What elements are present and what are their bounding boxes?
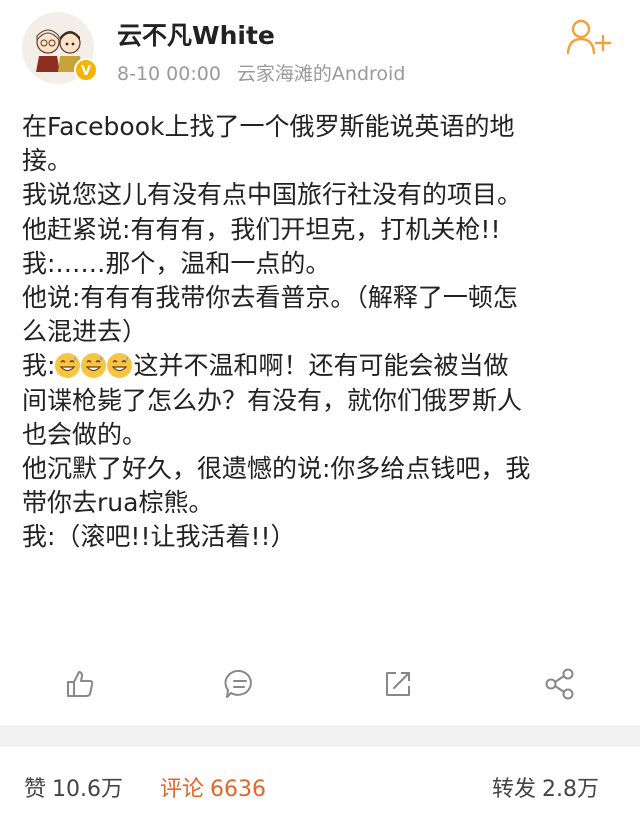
post-date: 8-10 00:00 bbox=[117, 63, 221, 85]
stats-bar: 赞 10.6万 评论 6636 转发 2.8万 bbox=[0, 747, 640, 823]
grinning-sweat-emoji bbox=[55, 353, 81, 379]
post-line: 也会做的。 bbox=[22, 419, 148, 449]
post-line-text: 这并不温和啊！还有可能会被当做 bbox=[133, 351, 509, 381]
post-line: 么混进去） bbox=[22, 317, 148, 347]
comment-icon[interactable] bbox=[220, 664, 260, 704]
likes-count: 10.6万 bbox=[52, 777, 124, 802]
post-line: 带你去rua棕熊。 bbox=[22, 488, 214, 518]
post-line: 他说:有有有我带你去看普京。（解释了一顿怎 bbox=[22, 282, 518, 312]
section-divider bbox=[0, 725, 640, 747]
reposts-tab[interactable]: 转发 2.8万 bbox=[492, 771, 599, 803]
action-bar bbox=[0, 652, 640, 716]
post-meta: 8-10 00:00 云家海滩的Android bbox=[117, 59, 405, 86]
grinning-sweat-emoji bbox=[81, 353, 107, 379]
post-line: 我说您这儿有没有点中国旅行社没有的项目。 bbox=[22, 180, 523, 210]
post-line: 他赶紧说:有有有，我们开坦克，打机关枪!! bbox=[22, 214, 501, 244]
verified-badge-icon: V bbox=[74, 58, 98, 82]
repost-icon[interactable] bbox=[378, 664, 418, 704]
grinning-sweat-emoji bbox=[107, 353, 133, 379]
post-line: 他沉默了好久，很遗憾的说:你多给点钱吧，我 bbox=[22, 453, 531, 483]
post-line-with-emoji: 我: 这并不温和啊！还有可能会被当做 bbox=[22, 349, 622, 383]
likes-label: 赞 bbox=[24, 777, 47, 802]
post-line: 间谍枪毙了怎么办？有没有，就你们俄罗斯人 bbox=[22, 385, 523, 415]
post-line: 在Facebook上找了一个俄罗斯能说英语的地 bbox=[22, 112, 515, 141]
post-line: 接。 bbox=[22, 146, 73, 176]
username[interactable]: 云不凡White bbox=[117, 16, 275, 52]
reposts-label: 转发 bbox=[492, 777, 537, 802]
comments-count: 6636 bbox=[210, 777, 267, 802]
comments-tab[interactable]: 评论 6636 bbox=[160, 771, 266, 803]
reposts-count: 2.8万 bbox=[542, 777, 600, 802]
follow-icon[interactable] bbox=[566, 17, 614, 57]
post-line: 我:……那个，温和一点的。 bbox=[22, 248, 331, 278]
like-icon[interactable] bbox=[60, 664, 100, 704]
post-line-prefix: 我: bbox=[22, 351, 56, 381]
post-header: V 云不凡White 8-10 00:00 云家海滩的Android bbox=[0, 0, 640, 100]
post-source: 云家海滩的Android bbox=[236, 63, 406, 85]
post-body: 在Facebook上找了一个俄罗斯能说英语的地 接。 我说您这儿有没有点中国旅行… bbox=[22, 110, 622, 554]
svg-text:V: V bbox=[81, 64, 91, 79]
comments-label: 评论 bbox=[160, 777, 205, 802]
post-line: 我:（滚吧!!让我活着!!） bbox=[22, 522, 296, 552]
likes-tab[interactable]: 赞 10.6万 bbox=[24, 771, 123, 803]
share-icon[interactable] bbox=[540, 664, 580, 704]
